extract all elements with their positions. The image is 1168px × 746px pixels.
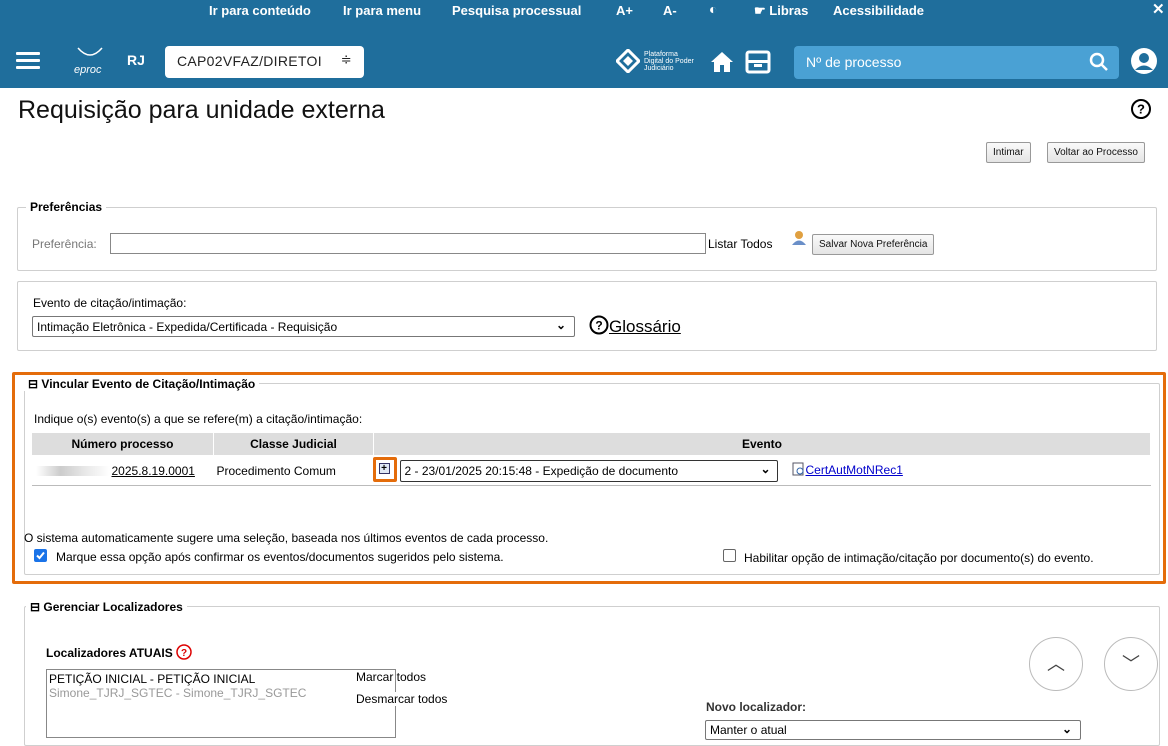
unit-value: CAP02VFAZ/DIRETOI [177, 53, 322, 69]
svg-text:?: ? [181, 648, 187, 659]
inbox-icon[interactable] [745, 50, 771, 77]
event-row-value: 2 - 23/01/2025 20:15:48 - Expedição de d… [404, 464, 679, 478]
preference-input[interactable] [110, 233, 706, 254]
process-placeholder: Nº de processo [806, 54, 902, 70]
chevron-down-icon: ⌄ [760, 462, 771, 476]
event-label: Evento de citação/intimação: [33, 296, 187, 310]
current-locators-label: Localizadores ATUAIS ? [46, 644, 192, 660]
accessibility-link[interactable]: Acessibilidade [833, 3, 924, 18]
confirm-label: Marque essa opção após confirmar os even… [56, 550, 504, 564]
document-link[interactable]: CertAutMotNRec1 [792, 462, 903, 477]
class-cell: Procedimento Comum [213, 455, 374, 486]
search-link[interactable]: Pesquisa processual [452, 3, 581, 18]
skip-menu-link[interactable]: Ir para menu [343, 3, 421, 18]
locators-title: Gerenciar Localizadores [43, 600, 183, 614]
process-number-input[interactable]: Nº de processo [794, 46, 1119, 79]
scroll-down-button[interactable]: ﹀ [1104, 637, 1158, 691]
col-process-number: Número processo [31, 432, 214, 456]
libras-link[interactable]: ☛ Libras [754, 3, 808, 19]
enable-document-checkbox[interactable] [723, 549, 736, 562]
menu-icon[interactable] [16, 52, 40, 70]
confirm-checkbox[interactable] [34, 549, 47, 562]
glossary-label: Glossário [609, 317, 681, 336]
col-event: Evento [373, 432, 1151, 456]
table-row: 2025.8.19.0001 Procedimento Comum + 2 - … [31, 455, 1151, 486]
locators-legend: ⊟ Gerenciar Localizadores [26, 600, 187, 614]
search-icon[interactable] [1089, 52, 1109, 72]
list-item[interactable]: Simone_TJRJ_SGTEC - Simone_TJRJ_SGTEC [49, 686, 393, 700]
user-icon[interactable] [1130, 47, 1158, 78]
font-increase-button[interactable]: A+ [616, 3, 633, 18]
hand-icon: ☛ [754, 3, 766, 18]
intimar-button[interactable]: Intimar [986, 142, 1031, 163]
page-title: Requisição para unidade externa [18, 96, 385, 124]
pdpj-text: Plataforma Digital do Poder Judiciário [644, 51, 694, 72]
process-link[interactable]: 2025.8.19.0001 [112, 464, 195, 478]
event-select[interactable]: Intimação Eletrônica - Expedida/Certific… [32, 316, 575, 337]
scroll-up-button[interactable]: ︿ [1029, 637, 1083, 691]
home-icon[interactable] [710, 51, 734, 76]
save-preference-button[interactable]: Salvar Nova Preferência [812, 234, 935, 255]
auto-suggestion-note: O sistema automaticamente sugere uma sel… [24, 531, 549, 545]
unmark-all-link[interactable]: Desmarcar todos [356, 692, 448, 706]
vincular-title: Vincular Evento de Citação/Intimação [41, 377, 256, 391]
skip-content-link[interactable]: Ir para conteúdo [209, 3, 311, 18]
libras-label: Libras [769, 3, 809, 18]
redacted-block [35, 466, 110, 477]
pdpj-logo: Plataforma Digital do Poder Judiciário [614, 48, 706, 74]
svg-text:?: ? [595, 319, 602, 333]
unit-select[interactable]: CAP02VFAZ/DIRETOI ≑ [165, 46, 364, 78]
state-label: RJ [127, 52, 145, 68]
voltar-button[interactable]: Voltar ao Processo [1047, 142, 1145, 163]
font-decrease-button[interactable]: A- [663, 3, 677, 18]
chevron-down-icon: ⌄ [555, 318, 566, 332]
voltar-label: Voltar ao Processo [1054, 147, 1138, 158]
collapse-icon[interactable]: ⊟ [28, 377, 38, 391]
current-locators-text: Localizadores ATUAIS [46, 646, 173, 660]
document-label: CertAutMotNRec1 [805, 463, 903, 477]
collapse-icon[interactable]: ⊟ [30, 600, 40, 614]
chevron-down-icon: ﹀ [1122, 654, 1140, 674]
main-navbar: eproc RJ CAP02VFAZ/DIRETOI ≑ Plataforma … [0, 34, 1168, 88]
help-icon[interactable]: ? [1130, 98, 1152, 123]
select-arrows-icon: ≑ [340, 52, 352, 67]
expand-plus-icon[interactable]: + [378, 463, 390, 474]
eproc-logo: eproc [72, 44, 108, 78]
accessibility-bar: Ir para conteúdo Ir para menu Pesquisa p… [0, 0, 1168, 34]
glossary-link[interactable]: ? Glossário [589, 315, 681, 337]
col-class: Classe Judicial [213, 432, 374, 456]
enable-document-label: Habilitar opção de intimação/citação por… [744, 551, 1094, 565]
vincular-instructions: Indique o(s) evento(s) a que se refere(m… [34, 412, 363, 426]
event-row-select[interactable]: 2 - 23/01/2025 20:15:48 - Expedição de d… [399, 460, 778, 482]
logo-text: eproc [74, 64, 102, 76]
chevron-up-icon: ︿ [1047, 654, 1065, 674]
preferences-legend: Preferências [30, 200, 103, 214]
document-icon [792, 462, 803, 476]
list-item[interactable]: PETIÇÃO INICIAL - PETIÇÃO INICIAL [49, 672, 393, 686]
new-locator-value: Manter o atual [710, 723, 787, 737]
list-all-link[interactable]: Listar Todos [708, 237, 772, 251]
new-locator-label: Novo localizador: [706, 700, 807, 714]
current-locators-list[interactable]: PETIÇÃO INICIAL - PETIÇÃO INICIAL Simone… [46, 669, 396, 738]
close-icon[interactable]: ✕ [1152, 0, 1165, 18]
svg-text:?: ? [1137, 102, 1145, 117]
events-table: Número processo Classe Judicial Evento 2… [31, 432, 1151, 486]
preference-label: Preferência: [32, 237, 97, 251]
new-locator-select[interactable]: Manter o atual ⌄ [705, 720, 1081, 740]
help-red-icon[interactable]: ? [176, 644, 192, 660]
help-circle-icon: ? [589, 315, 609, 335]
mark-all-link[interactable]: Marcar todos [356, 670, 426, 684]
vincular-legend: ⊟ Vincular Evento de Citação/Intimação [24, 377, 260, 391]
event-value: Intimação Eletrônica - Expedida/Certific… [37, 320, 338, 334]
chevron-down-icon: ⌄ [1061, 722, 1072, 736]
contrast-icon[interactable]: ◐ [709, 1, 717, 17]
user-search-icon[interactable] [791, 230, 807, 249]
